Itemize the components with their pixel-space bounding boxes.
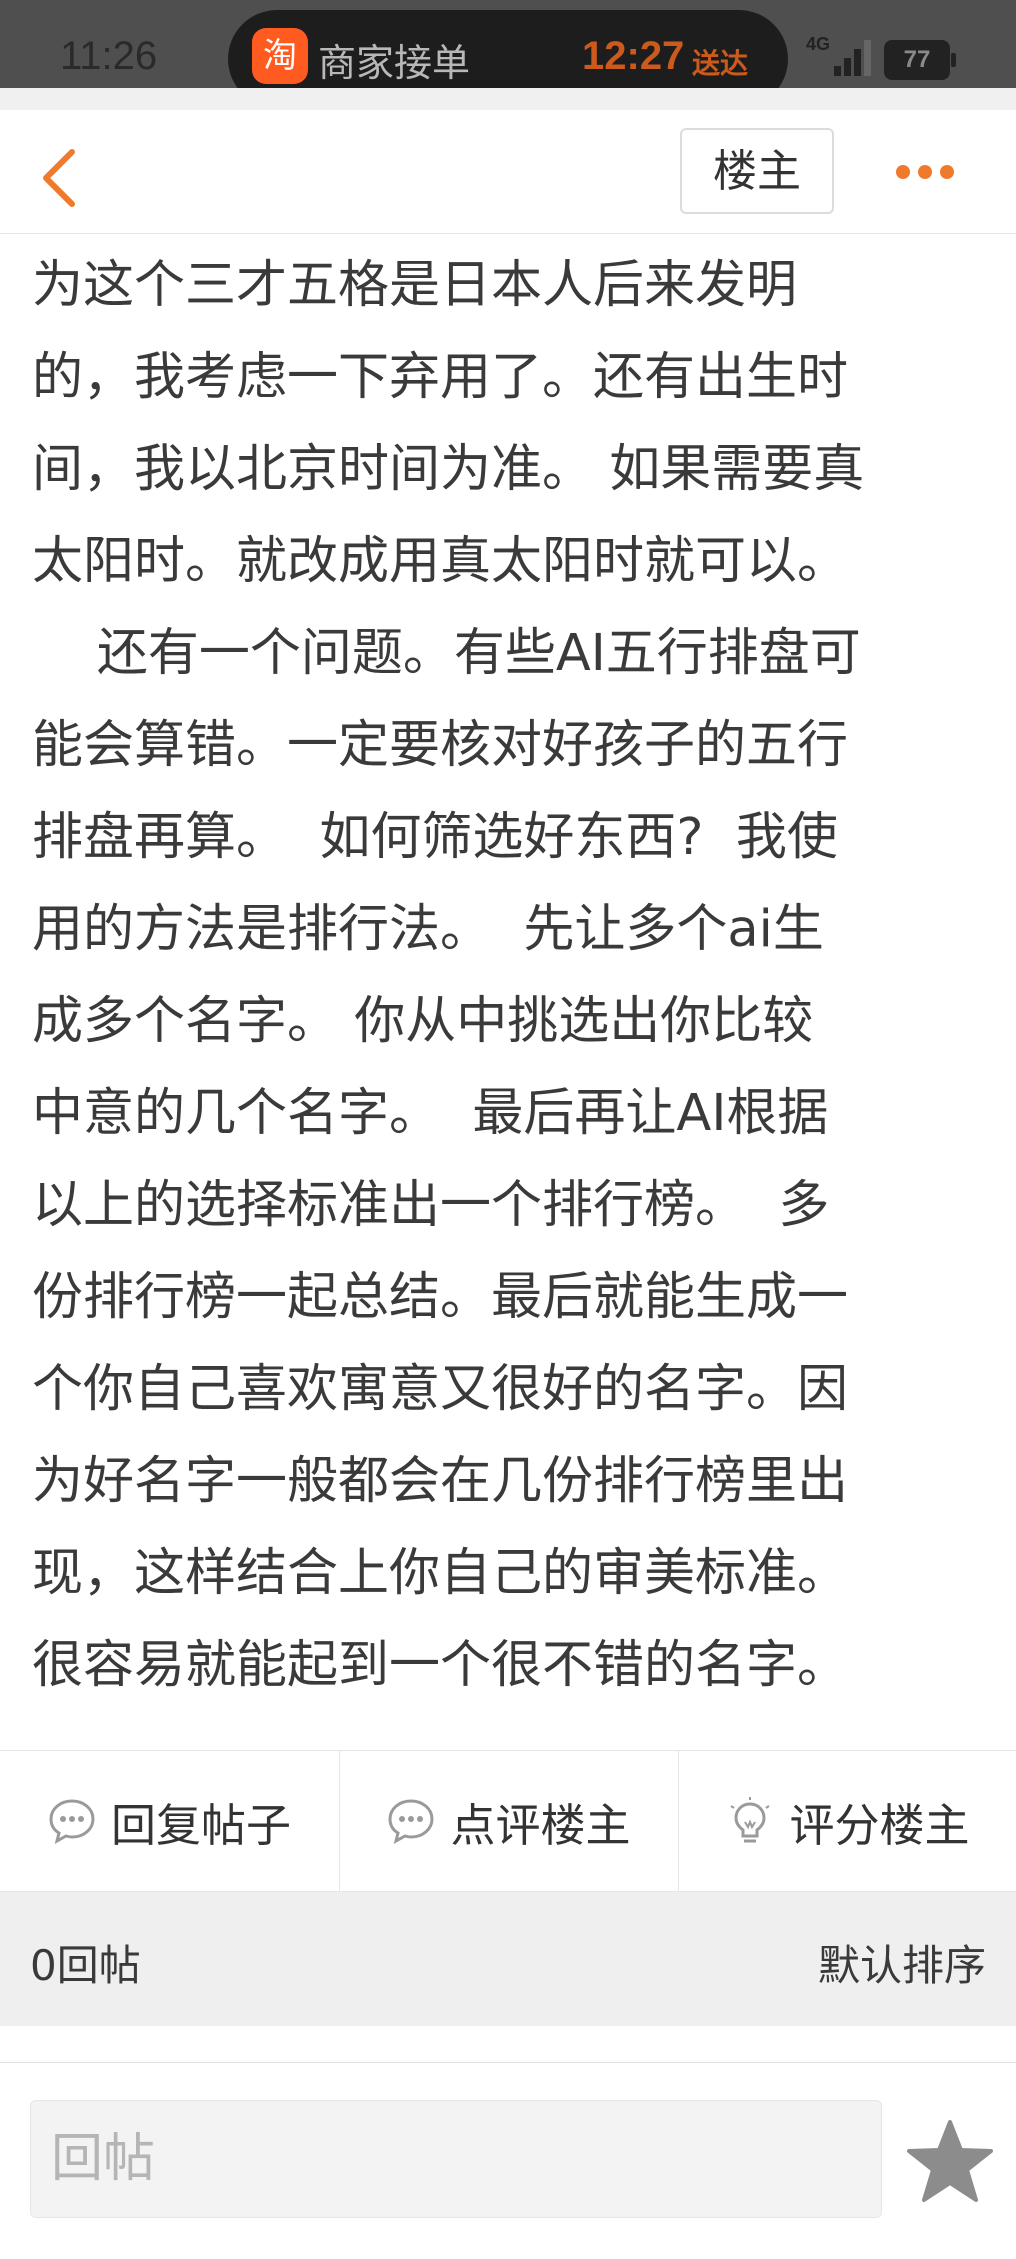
nav-bar xyxy=(0,88,1016,234)
status-time: 11:26 xyxy=(60,34,158,78)
post-content: 为这个三才五格是日本人后来发明 的，我考虑一下弃用了。还有出生时 间，我以北京时… xyxy=(32,240,992,1712)
lightbulb-icon xyxy=(730,1797,771,1843)
star-icon[interactable] xyxy=(906,2118,994,2206)
post-text-line: 还有一个问题。有些AI五行排盘可 xyxy=(32,624,861,683)
post-text-line: 个你自己喜欢寓意又很好的名字。因 xyxy=(32,1360,849,1419)
post-text-line: 用的方法是排行法。 先让多个ai生 xyxy=(32,900,824,959)
post-text-line: 的，我考虑一下弃用了。还有出生时 xyxy=(32,348,849,407)
owner-only-button[interactable]: 楼主 xyxy=(680,128,834,214)
reply-input[interactable] xyxy=(30,2100,882,2218)
back-arrow-icon[interactable] xyxy=(40,148,80,208)
live-activity-eta-time: 12:27 xyxy=(582,34,685,78)
more-options-icon[interactable] xyxy=(894,160,956,184)
rate-owner-label: 评分楼主 xyxy=(789,1798,970,1852)
post-text-line: 间，我以北京时间为准。 如果需要真 xyxy=(32,440,865,499)
reply-count: 0回帖 xyxy=(30,1941,141,1990)
taobao-app-icon: 淘 xyxy=(252,28,308,84)
post-text-line: 成多个名字。 你从中挑选出你比较 xyxy=(32,992,814,1051)
post-text-line: 很容易就能起到一个很不错的名字。 xyxy=(32,1636,849,1695)
post-text-line: 能会算错。一定要核对好孩子的五行 xyxy=(32,716,849,775)
rate-owner-button[interactable]: 评分楼主 xyxy=(678,1751,1016,1891)
post-text-line: 以上的选择标准出一个排行榜。 多 xyxy=(32,1176,830,1235)
reply-post-label: 回复帖子 xyxy=(110,1798,291,1852)
post-text-line: 太阳时。就改成用真太阳时就可以。 xyxy=(32,532,849,591)
comment-owner-button[interactable]: 点评楼主 xyxy=(339,1751,677,1891)
battery-icon: 77 xyxy=(884,40,956,80)
network-type: 4G xyxy=(806,34,831,54)
reply-post-button[interactable]: 回复帖子 xyxy=(0,1751,338,1891)
post-text-line: 中意的几个名字。 最后再让AI根据 xyxy=(32,1084,829,1143)
comment-owner-label: 点评楼主 xyxy=(450,1798,631,1852)
post-text-line: 为好名字一般都会在几份排行榜里出 xyxy=(32,1452,849,1511)
chat-bubble-icon xyxy=(388,1799,434,1844)
reply-list-header: 0回帖 默认排序 xyxy=(0,1892,1016,2026)
post-text-line: 份排行榜一起总结。最后就能生成一 xyxy=(32,1268,849,1327)
post-action-bar: 回复帖子 点评楼主 评分楼主 xyxy=(0,1750,1016,1892)
live-activity-eta-label: 送达 xyxy=(692,47,749,80)
post-text-line: 排盘再算。 如何筛选好东西? 我使 xyxy=(32,808,838,867)
chat-bubble-icon xyxy=(49,1799,95,1844)
post-text-line: 为这个三才五格是日本人后来发明 xyxy=(32,256,798,315)
live-activity-title: 商家接单 xyxy=(318,41,471,85)
signal-icon xyxy=(830,40,871,76)
sort-order-button[interactable]: 默认排序 xyxy=(818,1932,986,1993)
post-text-line: 现，这样结合上你自己的审美标准。 xyxy=(32,1544,849,1603)
